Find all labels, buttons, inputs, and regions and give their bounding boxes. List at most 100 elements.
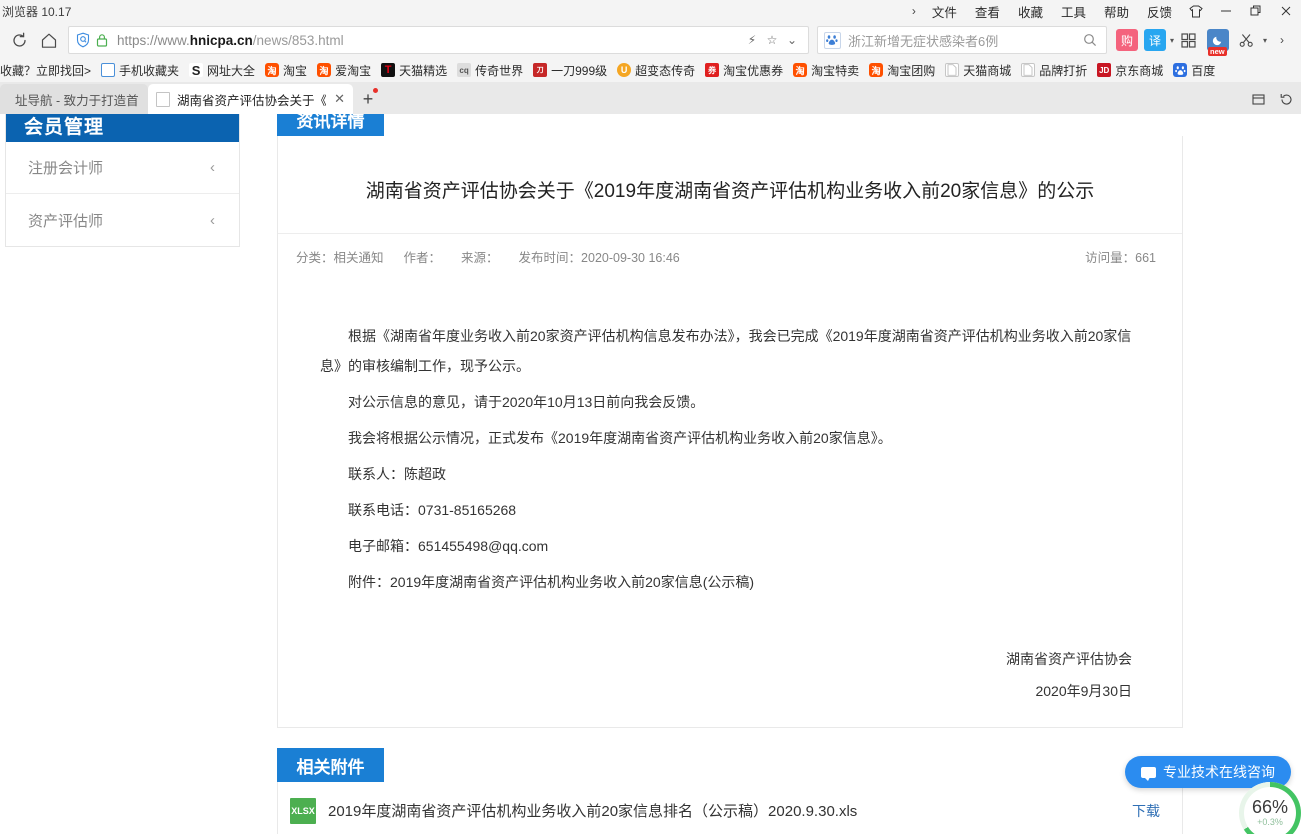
moon-extension-icon[interactable]: new: [1206, 29, 1229, 56]
tab-strip: 址导航 - 致力于打造首 湖南省资产评估协会关于《20 ✕ +: [0, 82, 1301, 114]
meta-views: 访问量：661: [1085, 251, 1156, 265]
close-button[interactable]: [1271, 0, 1301, 22]
chevron-left-icon: ‹: [210, 211, 215, 229]
bookmark-item-6[interactable]: 刀 一刀999级: [528, 60, 612, 80]
gauge-subvalue: +0.3%: [1257, 817, 1283, 827]
download-link[interactable]: 下载: [1132, 801, 1160, 821]
screenshot-chevron-down-icon[interactable]: ▾: [1263, 36, 1267, 45]
section-tab-news-detail[interactable]: 资讯详情: [277, 114, 384, 136]
taobao-sale-icon: 淘: [793, 63, 808, 77]
main-content: 资讯详情 湖南省资产评估协会关于《2019年度湖南省资产评估机构业务收入前20家…: [277, 114, 1183, 834]
bookmark-restore-link[interactable]: 收藏？立即找回>: [0, 60, 96, 80]
attachment-row[interactable]: XLSX 2019年度湖南省资产评估机构业务收入前20家信息排名（公示稿）202…: [277, 782, 1183, 834]
taobao-group-icon: 淘: [869, 63, 884, 77]
bookmark-item-9[interactable]: 淘 淘宝特卖: [788, 60, 864, 80]
shirt-icon[interactable]: [1181, 0, 1211, 22]
signature-date: 2020年9月30日: [1035, 683, 1132, 699]
phone-icon: [101, 63, 116, 77]
reload-icon[interactable]: [4, 26, 34, 54]
close-icon[interactable]: ✕: [334, 91, 345, 107]
lock-icon: [95, 33, 109, 48]
apps-grid-extension-icon[interactable]: [1177, 29, 1201, 51]
bookmark-item-14[interactable]: 百度: [1168, 60, 1220, 80]
minimize-button[interactable]: [1211, 0, 1241, 22]
new-tab-plus-icon: +: [362, 88, 374, 109]
article-paragraph-6: 附件：2019年度湖南省资产评估机构业务收入前20家信息(公示稿): [348, 574, 755, 590]
section-tab-attachments[interactable]: 相关附件: [277, 748, 384, 782]
security-shield-icon[interactable]: [75, 32, 91, 48]
menu-feedback[interactable]: 反馈: [1138, 2, 1181, 21]
search-icon[interactable]: [1080, 27, 1100, 53]
home-icon[interactable]: [34, 26, 64, 54]
bookmark-label-7: 超变态传奇: [635, 63, 696, 78]
search-input[interactable]: 浙江新增无症状感染者6例: [848, 31, 1080, 50]
menu-favorites[interactable]: 收藏: [1009, 2, 1052, 21]
extensions-overflow-icon[interactable]: ›: [1270, 29, 1294, 51]
menu-file[interactable]: 文件: [923, 2, 966, 21]
tab-title-active: 湖南省资产评估协会关于《20: [177, 93, 327, 108]
app-title: 浏览器 10.17: [2, 4, 72, 19]
taobao-coupon-icon: 券: [705, 63, 720, 77]
bookmark-item-4[interactable]: T 天猫精选: [376, 60, 452, 80]
translate-chevron-down-icon[interactable]: ▾: [1170, 36, 1174, 45]
tab-active-article[interactable]: 湖南省资产评估协会关于《20 ✕: [148, 84, 353, 114]
progress-gauge[interactable]: 66% +0.3%: [1239, 782, 1301, 834]
new-tab-button[interactable]: +: [353, 84, 383, 114]
restore-tab-icon[interactable]: [1273, 87, 1299, 111]
bookmark-item-8[interactable]: 券 淘宝优惠券: [700, 60, 788, 80]
translate-extension-icon[interactable]: 译: [1143, 29, 1166, 51]
article-card: 湖南省资产评估协会关于《2019年度湖南省资产评估机构业务收入前20家信息》的公…: [277, 136, 1183, 728]
restore-button[interactable]: [1241, 0, 1271, 22]
star-icon[interactable]: ☆: [762, 27, 782, 53]
tab-list-icon[interactable]: [1245, 87, 1271, 111]
sidebar-item-appraiser[interactable]: 资产评估师 ‹: [6, 194, 239, 246]
bookmark-item-12[interactable]: 品牌打折: [1016, 60, 1092, 80]
screenshot-scissors-icon[interactable]: [1235, 29, 1259, 51]
page-icon: [945, 63, 960, 77]
bookmark-label-12: 品牌打折: [1039, 63, 1088, 78]
chaobiantai-icon: U: [617, 63, 632, 77]
menu-view[interactable]: 查看: [966, 2, 1009, 21]
address-bar[interactable]: https://www.hnicpa.cn/news/853.html ⚡ ☆ …: [68, 26, 809, 54]
gauge-percent: 66%: [1251, 797, 1289, 817]
bookmark-item-11[interactable]: 天猫商城: [940, 60, 1016, 80]
tab-nav-site[interactable]: 址导航 - 致力于打造首: [0, 84, 148, 114]
bookmark-item-5[interactable]: cq 传奇世界: [452, 60, 528, 80]
bookmark-label-2: 淘宝: [283, 63, 308, 78]
bookmark-item-13[interactable]: JD 京东商城: [1092, 60, 1168, 80]
sidebar-item-cpa[interactable]: 注册会计师 ‹: [6, 142, 239, 194]
extensions-row: 购 译 ▾ new ▾ ›: [1107, 29, 1297, 56]
lightning-icon[interactable]: ⚡: [742, 27, 762, 53]
article-paragraph-2: 我会将根据公示情况，正式发布《2019年度湖南省资产评估机构业务收入前20家信息…: [348, 430, 892, 446]
taobao-icon: 淘: [265, 63, 280, 77]
bookmark-label-11: 天猫商城: [963, 63, 1012, 78]
url-text[interactable]: https://www.hnicpa.cn/news/853.html: [117, 33, 742, 48]
bookmark-item-1[interactable]: S 网址大全: [184, 60, 260, 80]
meta-category: 分类：相关通知: [296, 251, 384, 265]
article-body: 根据《湖南省年度业务收入前20家资产评估机构信息发布办法》，我会已完成《2019…: [278, 279, 1182, 727]
shopping-extension-icon[interactable]: 购: [1115, 29, 1138, 51]
bookmark-item-7[interactable]: U 超变态传奇: [612, 60, 700, 80]
menu-overflow-chevron-icon[interactable]: ›: [905, 4, 923, 18]
chevron-down-icon[interactable]: ⌄: [782, 27, 802, 53]
bookmarks-bar: 收藏？立即找回> 手机收藏夹 S 网址大全 淘 淘宝 淘 爱淘宝 T 天猫精选 …: [0, 58, 1301, 82]
bookmark-item-2[interactable]: 淘 淘宝: [260, 60, 312, 80]
page-title: 湖南省资产评估协会关于《2019年度湖南省资产评估机构业务收入前20家信息》的公…: [365, 181, 1095, 202]
sidebar: 会员管理 注册会计师 ‹ 资产评估师 ‹: [5, 114, 240, 247]
online-consult-label: 专业技术在线咨询: [1163, 764, 1275, 780]
signature-org: 湖南省资产评估协会: [1006, 651, 1132, 667]
page-icon: [1021, 63, 1036, 77]
bookmark-label-3: 爱淘宝: [335, 63, 372, 78]
menu-tools[interactable]: 工具: [1052, 2, 1095, 21]
bookmark-item-10[interactable]: 淘 淘宝团购: [864, 60, 940, 80]
tmall-icon: T: [381, 63, 396, 77]
bookmark-label-9: 淘宝特卖: [811, 63, 860, 78]
attachment-file-name[interactable]: 2019年度湖南省资产评估机构业务收入前20家信息排名（公示稿）2020.9.3…: [328, 800, 1132, 821]
bookmark-label-1: 网址大全: [207, 63, 256, 78]
menu-help[interactable]: 帮助: [1095, 2, 1138, 21]
search-box[interactable]: 浙江新增无症状感染者6例: [816, 26, 1107, 54]
jd-icon: JD: [1097, 63, 1112, 77]
bookmark-item-0[interactable]: 手机收藏夹: [96, 60, 184, 80]
bookmark-item-3[interactable]: 淘 爱淘宝: [312, 60, 376, 80]
title-bar: 浏览器 10.17 › 文件 查看 收藏 工具 帮助 反馈: [0, 0, 1301, 22]
